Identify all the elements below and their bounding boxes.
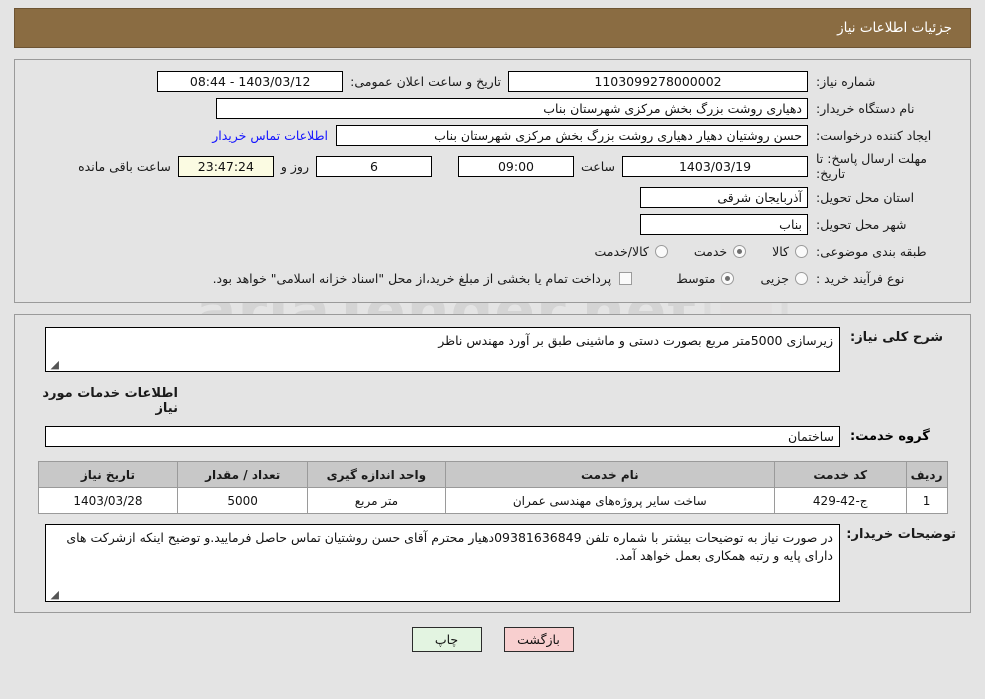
radio-label-service: خدمت <box>693 243 728 259</box>
cell-name: ساخت سایر پروژه‌های مهندسی عمران <box>444 487 775 514</box>
radio-category-goods-service[interactable]: کالا/خدمت <box>594 243 668 259</box>
resize-grip-icon[interactable]: ◢ <box>49 359 59 370</box>
purchase-process-label: نوع فرآیند خرید : <box>816 270 905 286</box>
table-row: 1 ج-42-429 ساخت سایر پروژه‌های مهندسی عم… <box>37 487 948 514</box>
th-need-date: تاریخ نیاز <box>37 461 179 488</box>
delivery-province-label: استان محل تحویل: <box>816 189 915 205</box>
radio-process-medium[interactable]: متوسط <box>676 270 735 286</box>
response-deadline-label: مهلت ارسال پاسخ: تا تاریخ: <box>816 151 927 181</box>
cell-code: ج-42-429 <box>773 487 907 514</box>
action-buttons: بازگشت چاپ <box>0 627 985 652</box>
response-deadline-row: مهلت ارسال پاسخ: تا تاریخ: 1403/03/19 سا… <box>27 151 958 181</box>
page-title: جزئیات اطلاعات نیاز <box>14 8 971 48</box>
service-details-panel: شرح کلی نیاز: زیرسازی 5000متر مربع بصورت… <box>14 314 971 613</box>
hour-label: ساعت <box>580 158 615 174</box>
page-title-text: جزئیات اطلاعات نیاز <box>837 20 952 36</box>
th-quantity: تعداد / مقدار <box>177 461 309 488</box>
delivery-city-label: شهر محل تحویل: <box>816 216 907 232</box>
need-number-label: شماره نیاز: <box>816 73 876 89</box>
print-button[interactable]: چاپ <box>411 627 482 652</box>
treasury-bond-checkbox[interactable] <box>619 271 633 285</box>
section-title: اطلاعات خدمات مورد نیاز <box>42 386 178 416</box>
buyer-notes-row: توضیحات خریدار: در صورت نیاز به توضیحات … <box>29 524 956 602</box>
radio-label-goods: کالا <box>772 243 789 259</box>
th-unit: واحد اندازه گیری <box>307 461 446 488</box>
service-items-table: ردیف کد خدمت نام خدمت واحد اندازه گیری ت… <box>37 461 948 514</box>
radio-category-service[interactable]: خدمت <box>693 243 747 259</box>
service-group-row: گروه خدمت: ساختمان <box>29 426 956 447</box>
delivery-city-row: شهر محل تحویل: بناب <box>27 213 958 235</box>
buyer-org-row: نام دستگاه خریدار: دهیاری روشت بزرگ بخش … <box>27 97 958 119</box>
buyer-notes-label: توضیحات خریدار: <box>846 527 956 542</box>
subject-category-radios: کالا خدمت کالا/خدمت <box>568 244 808 259</box>
radio-category-goods[interactable]: کالا <box>772 244 808 259</box>
radio-label-medium: متوسط <box>676 270 716 286</box>
request-creator-field[interactable]: حسن روشتیان دهیار دهیاری روشت بزرگ بخش م… <box>336 124 808 146</box>
general-description-text: زیرسازی 5000متر مربع بصورت دستی و ماشینی… <box>438 333 833 348</box>
buyer-notes-text: در صورت نیاز به توضیحات بیشتر با شماره ت… <box>66 530 833 563</box>
need-number-row: شماره نیاز: 1103099278000002 تاریخ و ساع… <box>27 70 958 92</box>
radio-process-minor[interactable]: جزیی <box>760 271 808 286</box>
purchase-process-row: نوع فرآیند خرید : جزیی متوسط پرداخت تمام… <box>27 267 958 289</box>
cell-row-no: 1 <box>905 487 948 514</box>
cell-need-date: 1403/03/28 <box>37 487 179 514</box>
th-name: نام خدمت <box>444 461 775 488</box>
general-description-row: شرح کلی نیاز: زیرسازی 5000متر مربع بصورت… <box>29 327 956 372</box>
th-row-no: ردیف <box>905 461 948 488</box>
treasury-bond-note: پرداخت تمام یا بخشی از مبلغ خرید،از محل … <box>212 270 612 286</box>
countdown-label: ساعت باقی مانده <box>78 158 171 174</box>
purchase-process-radios: جزیی متوسط پرداخت تمام یا بخشی از مبلغ خ… <box>187 271 808 286</box>
treasury-bond-option[interactable]: پرداخت تمام یا بخشی از مبلغ خرید،از محل … <box>213 271 633 286</box>
delivery-city-field[interactable]: بناب <box>640 213 808 235</box>
announce-datetime-field[interactable]: 1403/03/12 - 08:44 <box>157 70 344 92</box>
radio-label-goods-service: کالا/خدمت <box>594 243 649 259</box>
deadline-time-field[interactable]: 09:00 <box>457 155 574 177</box>
countdown-timer: 23:47:24 <box>177 155 274 177</box>
th-code: کد خدمت <box>773 461 907 488</box>
cell-quantity: 5000 <box>177 487 309 514</box>
buyer-org-field[interactable]: دهیاری روشت بزرگ بخش مرکزی شهرستان بناب <box>216 97 808 119</box>
delivery-province-field[interactable]: آذربایجان شرقی <box>640 186 808 208</box>
remaining-days-field[interactable]: 6 <box>315 155 432 177</box>
table-header-row: ردیف کد خدمت نام خدمت واحد اندازه گیری ت… <box>37 461 948 488</box>
need-number-field[interactable]: 1103099278000002 <box>508 70 808 92</box>
general-description-textarea[interactable]: زیرسازی 5000متر مربع بصورت دستی و ماشینی… <box>45 327 840 372</box>
days-label: روز و <box>280 158 309 174</box>
cell-unit: متر مربع <box>307 487 446 514</box>
buyer-contact-link[interactable]: اطلاعات تماس خریدار <box>204 128 336 143</box>
deadline-date-field[interactable]: 1403/03/19 <box>622 155 808 177</box>
buyer-notes-textarea[interactable]: در صورت نیاز به توضیحات بیشتر با شماره ت… <box>45 524 840 602</box>
delivery-province-row: استان محل تحویل: آذربایجان شرقی <box>27 186 958 208</box>
service-group-field[interactable]: ساختمان <box>45 426 840 447</box>
announce-label: تاریخ و ساعت اعلان عمومی: <box>350 73 501 89</box>
radio-label-minor: جزیی <box>760 270 789 286</box>
radio-icon-service[interactable] <box>733 244 747 258</box>
service-group-label: گروه خدمت: <box>850 429 930 444</box>
radio-icon-minor[interactable] <box>795 271 808 285</box>
radio-icon-goods-service[interactable] <box>654 244 668 258</box>
resize-grip-icon-buyer[interactable]: ◢ <box>49 589 59 600</box>
subject-category-label: طبقه بندی موضوعی: <box>816 243 927 259</box>
request-creator-row: ایجاد کننده درخواست: حسن روشتیان دهیار د… <box>27 124 958 146</box>
request-creator-label: ایجاد کننده درخواست: <box>816 127 932 143</box>
radio-icon-medium[interactable] <box>721 271 735 285</box>
back-button[interactable]: بازگشت <box>503 627 574 652</box>
radio-icon-goods[interactable] <box>795 244 808 258</box>
general-description-label: شرح کلی نیاز: <box>850 330 944 345</box>
need-info-panel: شماره نیاز: 1103099278000002 تاریخ و ساع… <box>14 59 971 303</box>
buyer-org-label: نام دستگاه خریدار: <box>816 100 915 116</box>
subject-category-row: طبقه بندی موضوعی: کالا خدمت کالا/خدمت <box>27 240 958 262</box>
